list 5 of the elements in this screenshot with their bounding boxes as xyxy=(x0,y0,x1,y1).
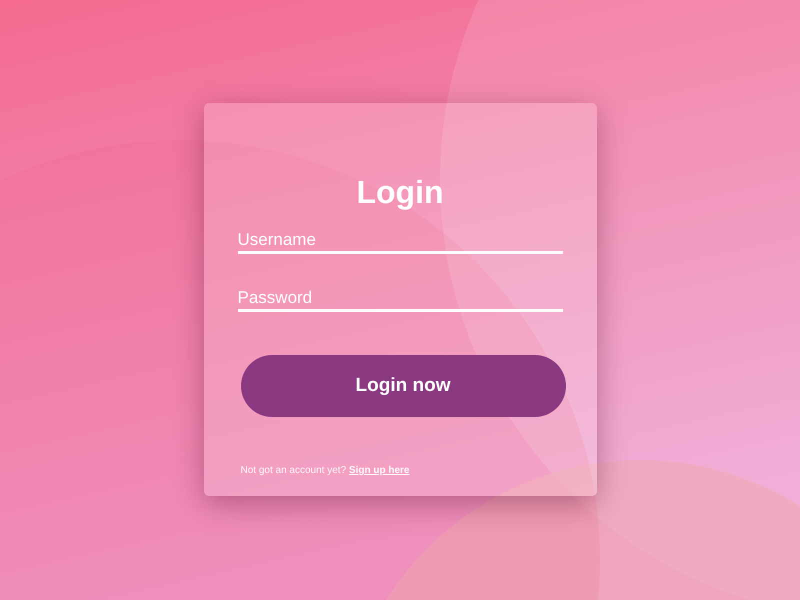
input-field[interactable]: Username xyxy=(238,229,562,254)
login-title: Login xyxy=(356,173,444,211)
signup-prompt: Not got an account yet? xyxy=(240,465,346,476)
login-button[interactable]: Login now xyxy=(240,355,566,417)
input-field[interactable]: Password xyxy=(238,287,562,312)
